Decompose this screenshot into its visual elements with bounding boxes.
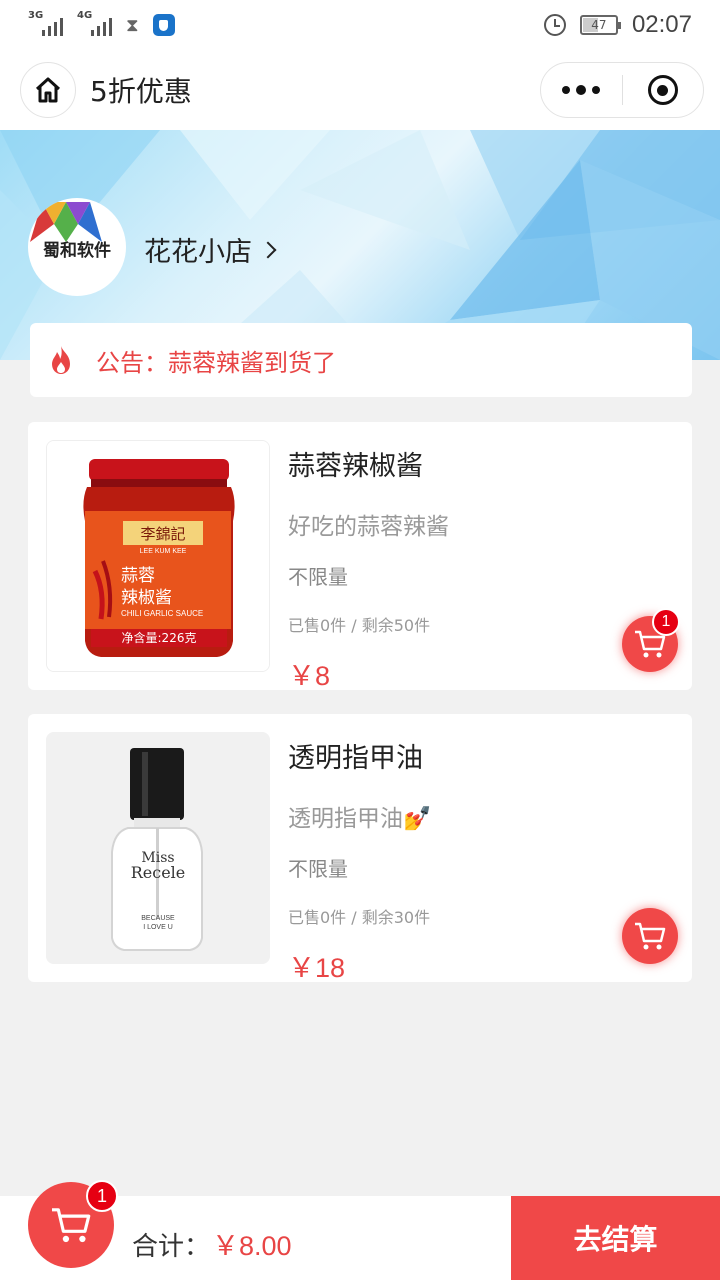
signal-3g-icon: 3G xyxy=(28,10,63,36)
network-type-2: 4G xyxy=(77,10,93,21)
network-type-1: 3G xyxy=(28,10,44,21)
battery-icon: 47 xyxy=(579,15,621,35)
status-right: 47 02:07 xyxy=(543,11,692,39)
bottle-slogan-line2: I LOVE U xyxy=(143,924,173,931)
cart-total: 合计： ￥8.00 xyxy=(132,1224,292,1263)
jar-label-en-text: CHILI GARLIC SAUCE xyxy=(121,609,203,618)
cart-icon xyxy=(635,922,666,950)
bottle-slogan-line1: BECAUSE xyxy=(141,915,175,922)
bottle-brand-line2: Recele xyxy=(131,863,186,882)
chili-sauce-jar-image: 李錦記 LEE KUM KEE 蒜蓉 辣椒酱 CHILI GARLIC SAUC… xyxy=(47,441,269,671)
close-miniprogram-button[interactable] xyxy=(623,63,704,117)
alarm-icon xyxy=(543,14,566,36)
product-card[interactable]: Miss Recele BECAUSE I LOVE U 透明指甲油 透明指甲油… xyxy=(28,714,692,985)
product-price: ￥8 xyxy=(288,661,331,691)
jar-brand-en-text: LEE KUM KEE xyxy=(140,548,187,555)
product-name: 蒜蓉辣椒酱 xyxy=(288,451,423,482)
product-card[interactable]: 李錦記 LEE KUM KEE 蒜蓉 辣椒酱 CHILI GARLIC SAUC… xyxy=(28,422,692,693)
total-label: 合计： xyxy=(132,1232,211,1262)
notice-text: 公告：蒜蓉辣酱到货了 xyxy=(96,348,336,377)
checkout-button[interactable]: 去结算 xyxy=(511,1196,720,1280)
shop-logo[interactable]: 蜀和软件 xyxy=(28,198,126,296)
chevron-right-icon xyxy=(259,241,277,258)
signal-4g-icon: 4G xyxy=(77,10,112,36)
product-info: 蒜蓉辣椒酱 好吃的蒜蓉辣酱 不限量 已售0件 / 剩余50件 ￥8 xyxy=(288,444,449,693)
product-image: 李錦記 LEE KUM KEE 蒜蓉 辣椒酱 CHILI GARLIC SAUC… xyxy=(46,440,270,672)
status-bar: 3G 4G ⧗ 47 02:07 xyxy=(0,0,720,50)
status-left: 3G 4G ⧗ xyxy=(28,10,175,36)
cart-count-badge: 1 xyxy=(652,608,680,636)
cart-icon xyxy=(52,1208,91,1243)
product-stock: 已售0件 / 剩余30件 xyxy=(288,908,431,927)
target-icon xyxy=(647,75,678,105)
shop-name: 花花小店 xyxy=(144,237,252,268)
product-description: 透明指甲油💅 xyxy=(288,806,432,832)
hourglass-icon: ⧗ xyxy=(126,14,139,36)
product-image: Miss Recele BECAUSE I LOVE U xyxy=(46,732,270,964)
miniprogram-capsule xyxy=(540,62,704,118)
svg-text:辣椒酱: 辣椒酱 xyxy=(121,588,172,608)
product-stock: 已售0件 / 剩余50件 xyxy=(288,616,431,635)
jar-brand-text: 李錦記 xyxy=(140,525,185,543)
fire-icon xyxy=(52,346,70,374)
cart-total-count-badge: 1 xyxy=(86,1180,118,1212)
product-name: 透明指甲油 xyxy=(288,743,423,774)
shield-icon xyxy=(152,14,175,36)
more-button[interactable] xyxy=(541,63,622,117)
svg-text:蒜蓉: 蒜蓉 xyxy=(121,566,155,586)
add-to-cart-button[interactable] xyxy=(622,908,678,964)
product-price: ￥18 xyxy=(288,953,346,983)
product-description: 好吃的蒜蓉辣酱 xyxy=(288,514,449,540)
battery-level: 47 xyxy=(591,18,607,32)
total-amount: ￥8.00 xyxy=(212,1231,292,1261)
jar-net-weight-text: 净含量:226克 xyxy=(122,630,197,645)
product-limit: 不限量 xyxy=(288,857,348,881)
shop-name-link[interactable]: 花花小店 xyxy=(144,230,277,269)
clock: 02:07 xyxy=(631,11,692,38)
product-info: 透明指甲油 透明指甲油💅 不限量 已售0件 / 剩余30件 ￥18 xyxy=(288,736,432,985)
shop-logo-mark-icon xyxy=(30,202,102,242)
nav-bar: 5折优惠 xyxy=(0,50,720,130)
notice-bar: 公告：蒜蓉辣酱到货了 xyxy=(30,323,692,397)
nail-polish-bottle-image: Miss Recele BECAUSE I LOVE U xyxy=(46,732,270,964)
home-button[interactable] xyxy=(20,62,76,118)
product-limit: 不限量 xyxy=(288,565,348,589)
page-title: 5折优惠 xyxy=(90,75,192,108)
home-icon xyxy=(35,77,61,103)
